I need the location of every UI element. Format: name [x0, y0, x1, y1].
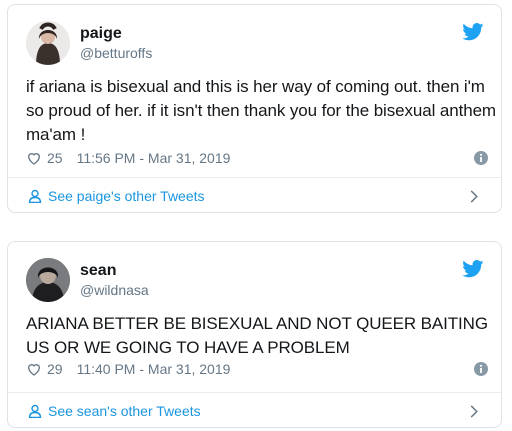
tweet-card: sean @wildnasa ARIANA BETTER BE BISEXUAL… [7, 241, 502, 428]
user-handle[interactable]: @betturoffs [80, 44, 152, 62]
user-handle[interactable]: @wildnasa [80, 281, 149, 299]
chevron-right-icon[interactable] [469, 190, 479, 203]
tweet-text: if ariana is bisexual and this is her wa… [26, 77, 496, 144]
like-count: 29 [47, 361, 63, 377]
tweet-card: paige @betturoffs if ariana is bisexual … [7, 4, 502, 213]
person-icon [28, 404, 42, 418]
twitter-bird-icon[interactable] [462, 23, 484, 41]
tweet-header: sean @wildnasa [26, 258, 486, 302]
twitter-bird-icon[interactable] [462, 260, 484, 278]
heart-icon[interactable] [26, 361, 42, 377]
see-other-tweets-link[interactable]: See sean's other Tweets [8, 393, 501, 427]
heart-icon[interactable] [26, 150, 42, 166]
display-name[interactable]: paige [80, 24, 152, 43]
info-icon[interactable] [474, 362, 488, 376]
avatar[interactable] [26, 258, 70, 302]
chevron-right-icon[interactable] [469, 405, 479, 418]
display-name[interactable]: sean [80, 261, 149, 280]
person-icon [28, 189, 42, 203]
avatar[interactable] [26, 21, 70, 65]
like-count: 25 [47, 150, 63, 166]
timestamp[interactable]: 11:56 PM - Mar 31, 2019 [77, 150, 231, 166]
see-other-tweets-label[interactable]: See paige's other Tweets [48, 188, 205, 204]
see-other-tweets-label[interactable]: See sean's other Tweets [48, 403, 201, 419]
tweet-header: paige @betturoffs [26, 21, 486, 65]
tweet-meta: 25 11:56 PM - Mar 31, 2019 [26, 148, 488, 168]
see-other-tweets-link[interactable]: See paige's other Tweets [8, 178, 501, 212]
timestamp[interactable]: 11:40 PM - Mar 31, 2019 [77, 361, 231, 377]
tweet-meta: 29 11:40 PM - Mar 31, 2019 [26, 359, 488, 379]
tweet-text: ARIANA BETTER BE BISEXUAL AND NOT QUEER … [26, 314, 488, 357]
info-icon[interactable] [474, 151, 488, 165]
